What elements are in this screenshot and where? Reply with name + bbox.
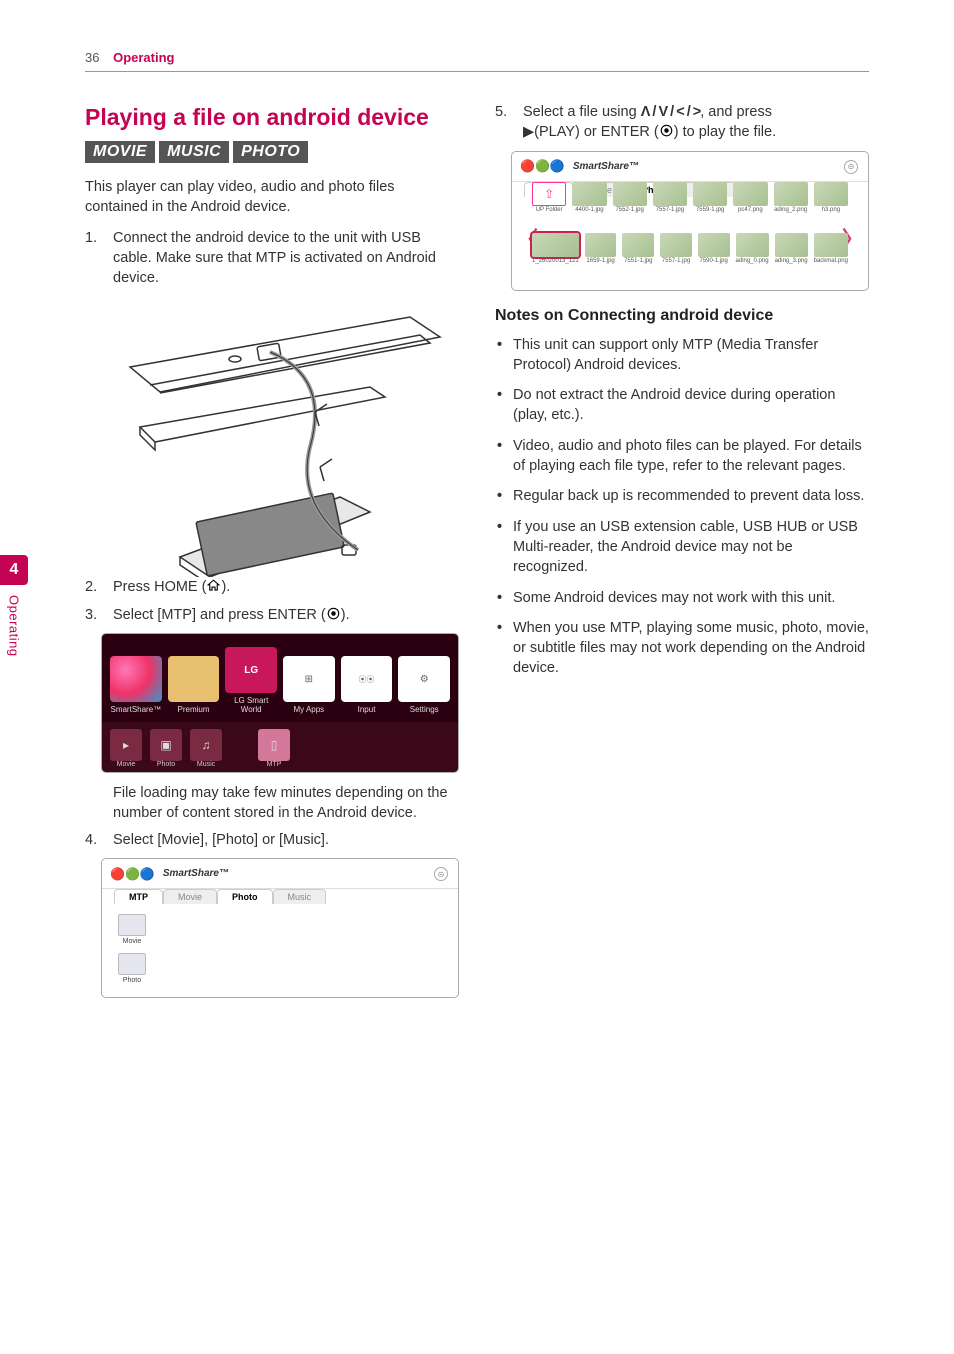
intro-text: This player can play video, audio and ph… <box>85 177 459 218</box>
badge-photo: PHOTO <box>233 141 308 163</box>
step-2: Press HOME (). <box>85 577 459 597</box>
enter-icon <box>659 123 674 138</box>
section-name: Operating <box>113 50 174 65</box>
step-1: Connect the android device to the unit w… <box>85 228 459 289</box>
figure-mtp-folders: 🔴🟢🔵 SmartShare™ ⊝ MTP Movie Photo Music … <box>101 858 459 998</box>
step-3: Select [MTP] and press ENTER (). <box>85 605 459 625</box>
notes-list: This unit can support only MTP (Media Tr… <box>495 335 869 679</box>
enter-icon <box>326 606 341 621</box>
figure-photo-grid: 🔴🟢🔵 SmartShare™ ⊝ MTP Movie Photo Music … <box>511 151 869 291</box>
step-4: Select [Movie], [Photo] or [Music]. <box>85 830 459 850</box>
right-column: Select a file using Λ / V / < / >, and p… <box>495 102 869 1008</box>
step-5: Select a file using Λ / V / < / >, and p… <box>495 102 869 143</box>
left-column: Playing a file on android device MOVIE M… <box>85 102 459 1008</box>
page-header: 36 Operating <box>85 50 869 72</box>
disc-icon: ⊝ <box>844 160 858 174</box>
note-item: This unit can support only MTP (Media Tr… <box>495 335 869 376</box>
notes-heading: Notes on Connecting android device <box>495 307 869 325</box>
media-badges: MOVIE MUSIC PHOTO <box>85 141 459 163</box>
note-item: When you use MTP, playing some music, ph… <box>495 618 869 679</box>
disc-icon: ⊝ <box>434 867 448 881</box>
note-item: Do not extract the Android device during… <box>495 385 869 426</box>
nav-arrows: Λ / V / < / > <box>641 104 701 120</box>
badge-music: MUSIC <box>159 141 229 163</box>
note-item: Video, audio and photo files can be play… <box>495 436 869 477</box>
figure-usb-connection <box>101 297 459 577</box>
note-item: Some Android devices may not work with t… <box>495 588 869 608</box>
note-item: If you use an USB extension cable, USB H… <box>495 517 869 578</box>
home-icon <box>206 578 221 593</box>
figure-home-menu: SmartShare™ Premium LGLG Smart World ⊞My… <box>101 633 459 773</box>
page-number: 36 <box>85 50 99 65</box>
play-icon: ▶ <box>523 124 534 140</box>
badge-movie: MOVIE <box>85 141 155 163</box>
note-item: Regular back up is recommended to preven… <box>495 486 869 506</box>
loading-note: File loading may take few minutes depend… <box>113 783 459 824</box>
page-title: Playing a file on android device <box>85 102 459 133</box>
